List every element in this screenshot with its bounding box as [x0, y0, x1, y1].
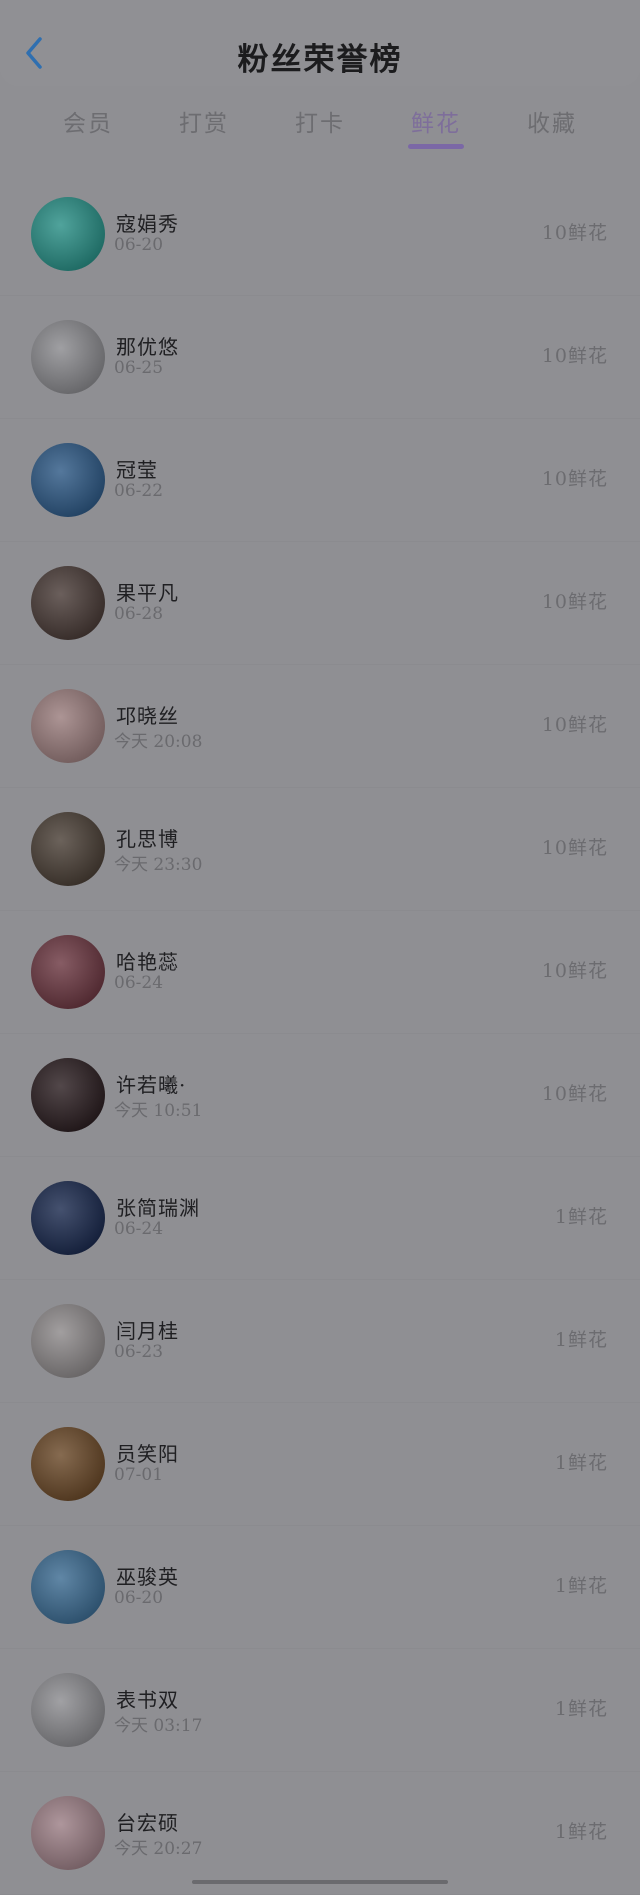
- child-photo-icon[interactable]: [31, 197, 105, 271]
- tab-bar: 会员 打赏 打卡 鲜花 收藏: [0, 96, 640, 156]
- fan-name: 孔思博: [116, 827, 179, 851]
- flower-count: 1鲜花: [554, 1206, 608, 1228]
- fan-name: 冠莹: [116, 458, 158, 482]
- flower-count: 10鲜花: [541, 837, 608, 859]
- flower-count: 1鲜花: [554, 1575, 608, 1597]
- fan-date: 06-23: [114, 1342, 164, 1362]
- cartoon-emperor-icon[interactable]: [31, 320, 105, 394]
- fan-name: 许若曦·: [116, 1073, 187, 1097]
- anime-girl-icon[interactable]: [31, 443, 105, 517]
- portrait-photo-icon[interactable]: [31, 566, 105, 640]
- flower-count: 10鲜花: [541, 1083, 608, 1105]
- fan-date: 06-24: [114, 1219, 164, 1239]
- fan-name: 哈艳蕊: [116, 950, 179, 974]
- tab-member[interactable]: 会员: [48, 104, 128, 138]
- flower-count: 1鲜花: [554, 1821, 608, 1843]
- flower-icon[interactable]: [31, 1304, 105, 1378]
- lake-landscape-icon[interactable]: [31, 1550, 105, 1624]
- flower-count: 10鲜花: [541, 468, 608, 490]
- list-item[interactable]: 闫月桂 06-23 1鲜花: [0, 1279, 640, 1403]
- fan-date: 今天 03:17: [114, 1716, 203, 1736]
- fan-name: 张简瑞渊: [116, 1196, 200, 1220]
- fan-date: 今天 20:08: [114, 732, 203, 752]
- flower-count: 1鲜花: [554, 1698, 608, 1720]
- page-title: 粉丝荣誉榜: [237, 42, 403, 78]
- fan-date: 06-22: [114, 481, 164, 501]
- fan-date: 今天 23:30: [114, 855, 203, 875]
- list-item[interactable]: 邛晓丝今天 20:08 10鲜花: [0, 664, 640, 788]
- fan-name: 闫月桂: [116, 1319, 179, 1343]
- fan-date: 06-20: [114, 1588, 164, 1608]
- ink-sketch-icon[interactable]: [31, 1673, 105, 1747]
- list-item[interactable]: 员笑阳 07-01 1鲜花: [0, 1402, 640, 1526]
- tab-checkin[interactable]: 打卡: [280, 104, 360, 138]
- list-item[interactable]: 那优悠 06-25 10鲜花: [0, 295, 640, 419]
- list-item[interactable]: 表书双今天 03:17 1鲜花: [0, 1648, 640, 1772]
- fan-date: 06-20: [114, 235, 164, 255]
- fan-name: 那优悠: [116, 335, 179, 359]
- flower-count: 1鲜花: [554, 1452, 608, 1474]
- fan-name: 寇娟秀: [116, 212, 179, 236]
- flower-count: 10鲜花: [541, 591, 608, 613]
- fan-name: 巫骏英: [116, 1565, 179, 1589]
- list-item[interactable]: 张简瑞渊 06-24 1鲜花: [0, 1156, 640, 1280]
- header-bar: 粉丝荣誉榜: [0, 0, 640, 86]
- red-pig-icon[interactable]: [31, 689, 105, 763]
- active-tab-indicator: [408, 144, 464, 149]
- list-item[interactable]: 巫骏英 06-20 1鲜花: [0, 1525, 640, 1649]
- fan-date: 07-01: [114, 1465, 164, 1485]
- home-indicator: [192, 1880, 448, 1884]
- flower-count: 10鲜花: [541, 714, 608, 736]
- fan-date: 今天 20:27: [114, 1839, 203, 1859]
- portrait-photo-icon[interactable]: [31, 812, 105, 886]
- fan-name: 邛晓丝: [116, 704, 179, 728]
- sunset-photo-icon[interactable]: [31, 1427, 105, 1501]
- tab-reward[interactable]: 打赏: [164, 104, 244, 138]
- flower-count: 1鲜花: [554, 1329, 608, 1351]
- list-item[interactable]: 台宏硕今天 20:27 1鲜花: [0, 1771, 640, 1895]
- fan-date: 今天 10:51: [114, 1101, 203, 1121]
- flower-count: 10鲜花: [541, 960, 608, 982]
- fan-name: 员笑阳: [116, 1442, 179, 1466]
- pink-cartoon-icon[interactable]: [31, 1796, 105, 1870]
- list-item[interactable]: 许若曦· 今天 10:51 10鲜花: [0, 1033, 640, 1157]
- list-item[interactable]: 孔思博今天 23:30 10鲜花: [0, 787, 640, 911]
- tab-favorites[interactable]: 收藏: [512, 104, 592, 138]
- list-item[interactable]: 果平凡 06-28 10鲜花: [0, 541, 640, 665]
- list-item[interactable]: 冠莹 06-22 10鲜花: [0, 418, 640, 542]
- dark-photo-icon[interactable]: [31, 1058, 105, 1132]
- flower-count: 10鲜花: [541, 345, 608, 367]
- tab-flowers[interactable]: 鲜花: [396, 104, 476, 138]
- flower-count: 10鲜花: [541, 222, 608, 244]
- fan-name: 表书双: [116, 1688, 179, 1712]
- fan-date: 06-28: [114, 604, 164, 624]
- fan-date: 06-24: [114, 973, 164, 993]
- fan-date: 06-25: [114, 358, 164, 378]
- fan-name: 果平凡: [116, 581, 179, 605]
- list-item[interactable]: 哈艳蕊 06-24 10鲜花: [0, 910, 640, 1034]
- portrait-photo-icon[interactable]: [31, 935, 105, 1009]
- neon-sign-icon[interactable]: [31, 1181, 105, 1255]
- fan-name: 台宏硕: [116, 1811, 179, 1835]
- list-item[interactable]: 寇娟秀 06-20 10鲜花: [0, 172, 640, 296]
